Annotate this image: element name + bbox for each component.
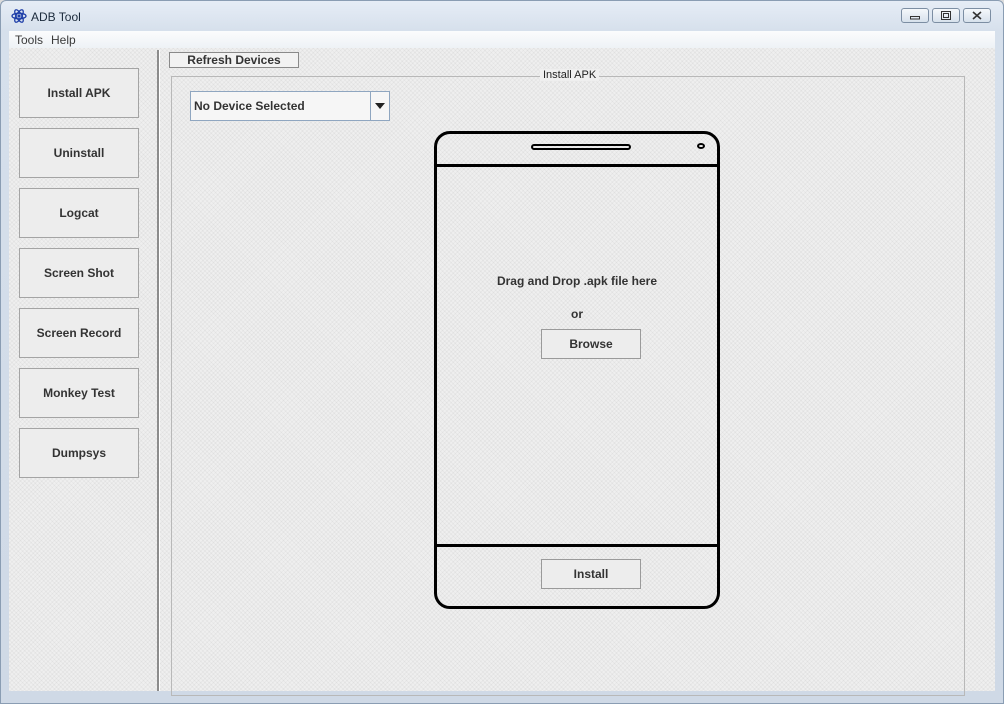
title-bar[interactable]: ADB Tool <box>1 1 1003 31</box>
split-pane-divider[interactable] <box>157 50 160 691</box>
device-select-value: No Device Selected <box>194 99 305 113</box>
dumpsys-button[interactable]: Dumpsys <box>19 428 139 478</box>
phone-screen-bottom-edge <box>437 544 717 547</box>
phone-camera <box>697 143 705 149</box>
dropdown-arrow-button[interactable] <box>370 92 389 120</box>
restore-icon <box>941 11 951 20</box>
minimize-button[interactable] <box>901 8 929 23</box>
drop-instructions: Drag and Drop .apk file here <box>496 274 658 288</box>
restore-button[interactable] <box>932 8 960 23</box>
install-button[interactable]: Install <box>541 559 641 589</box>
app-window: ADB Tool Tools Help Install APK Uninstal… <box>0 0 1004 704</box>
panel-title: Install APK <box>540 69 600 81</box>
screen-shot-button[interactable]: Screen Shot <box>19 248 139 298</box>
install-apk-panel: Install APK No Device Selected Drag and … <box>171 69 965 696</box>
phone-screen-top-edge <box>437 164 717 167</box>
monkey-test-button[interactable]: Monkey Test <box>19 368 139 418</box>
or-label: or <box>571 307 583 321</box>
phone-speaker <box>531 144 631 150</box>
device-select[interactable]: No Device Selected <box>190 91 390 121</box>
screen-record-button[interactable]: Screen Record <box>19 308 139 358</box>
main-content: Install APK Uninstall Logcat Screen Shot… <box>9 48 995 696</box>
chevron-down-icon <box>375 103 385 109</box>
menu-help[interactable]: Help <box>49 31 78 47</box>
browse-button[interactable]: Browse <box>541 329 641 359</box>
close-button[interactable] <box>963 8 991 23</box>
logcat-button[interactable]: Logcat <box>19 188 139 238</box>
window-title: ADB Tool <box>31 10 81 24</box>
minimize-icon <box>910 16 920 20</box>
window-controls <box>901 8 991 23</box>
install-apk-button[interactable]: Install APK <box>19 68 139 118</box>
phone-drop-zone[interactable]: Drag and Drop .apk file here or Browse I… <box>434 131 720 609</box>
uninstall-button[interactable]: Uninstall <box>19 128 139 178</box>
refresh-devices-button[interactable]: Refresh Devices <box>169 52 299 68</box>
menu-bar: Tools Help <box>9 31 995 49</box>
atom-icon <box>11 8 27 24</box>
menu-tools[interactable]: Tools <box>13 31 45 47</box>
close-icon <box>972 11 982 20</box>
